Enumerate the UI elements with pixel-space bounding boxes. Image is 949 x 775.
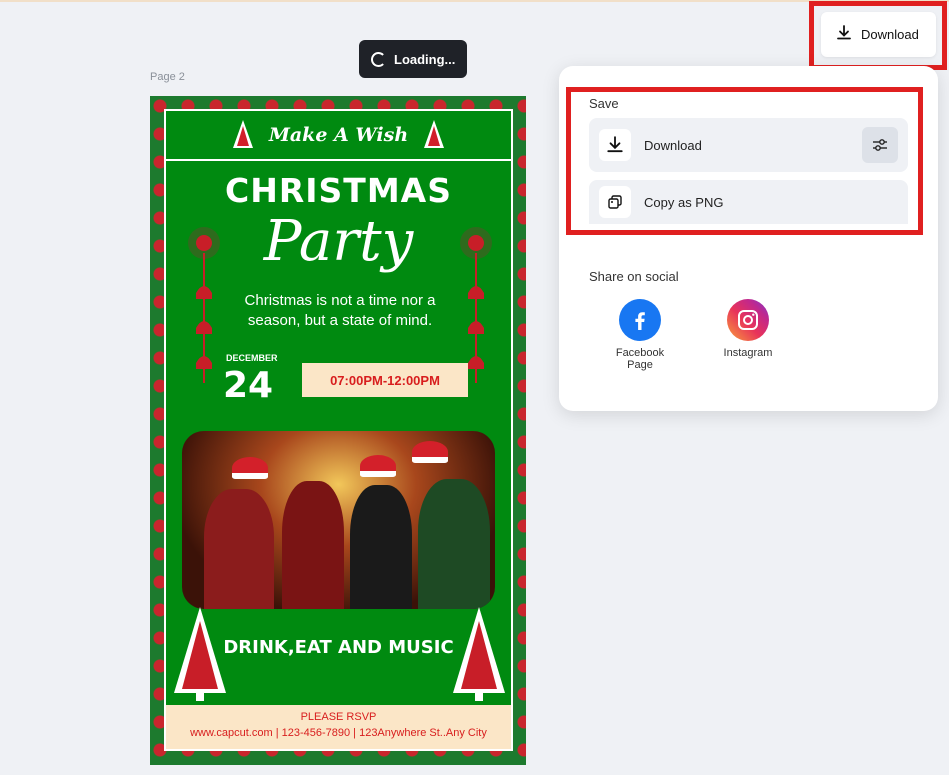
instagram-label: Instagram	[723, 347, 773, 359]
share-section-label: Share on social	[589, 269, 679, 284]
poster-header: Make A Wish	[166, 111, 511, 161]
page-label: Page 2	[150, 71, 185, 83]
highlight-box-save	[566, 87, 923, 235]
person-figure	[204, 489, 274, 609]
poster-photo	[182, 431, 495, 609]
bell-ornament-icon	[188, 227, 220, 383]
poster-cta: DRINK,EAT AND MUSIC	[223, 637, 454, 658]
spinner-icon	[371, 51, 386, 67]
poster-card: Make A Wish CHRISTMAS Party Christmas is…	[164, 109, 513, 751]
santa-hat-icon	[232, 457, 268, 479]
rsvp-details: www.capcut.com | 123-456-7890 | 123Anywh…	[190, 727, 487, 739]
santa-hat-icon	[360, 455, 396, 477]
loading-text: Loading...	[394, 51, 456, 67]
poster-time: 07:00PM-12:00PM	[302, 363, 468, 397]
person-figure	[418, 479, 490, 609]
facebook-icon	[619, 299, 661, 341]
share-facebook-button[interactable]: Facebook Page	[600, 299, 680, 371]
person-figure	[282, 481, 344, 609]
christmas-tree-icon	[232, 120, 253, 148]
poster-tagline: Christmas is not a time nor a season, bu…	[244, 292, 436, 329]
santa-hat-icon	[412, 441, 448, 463]
poster-header-text: Make A Wish	[268, 124, 409, 146]
poster-title-line1: CHRISTMAS	[225, 171, 452, 210]
rsvp-title: PLEASE RSVP	[300, 711, 377, 723]
highlight-box-download	[809, 1, 947, 70]
rsvp-box: PLEASE RSVP www.capcut.com | 123-456-789…	[166, 705, 511, 749]
poster-canvas[interactable]: Make A Wish CHRISTMAS Party Christmas is…	[150, 96, 526, 765]
poster-day: 24	[223, 365, 274, 406]
poster-month: DECEMBER	[226, 353, 278, 363]
loading-toast: Loading...	[359, 40, 467, 78]
top-accent-line	[0, 0, 949, 2]
christmas-tree-icon	[424, 120, 445, 148]
share-instagram-button[interactable]: Instagram	[708, 299, 788, 359]
facebook-label: Facebook Page	[615, 347, 665, 371]
instagram-icon	[727, 299, 769, 341]
person-figure	[350, 485, 412, 609]
